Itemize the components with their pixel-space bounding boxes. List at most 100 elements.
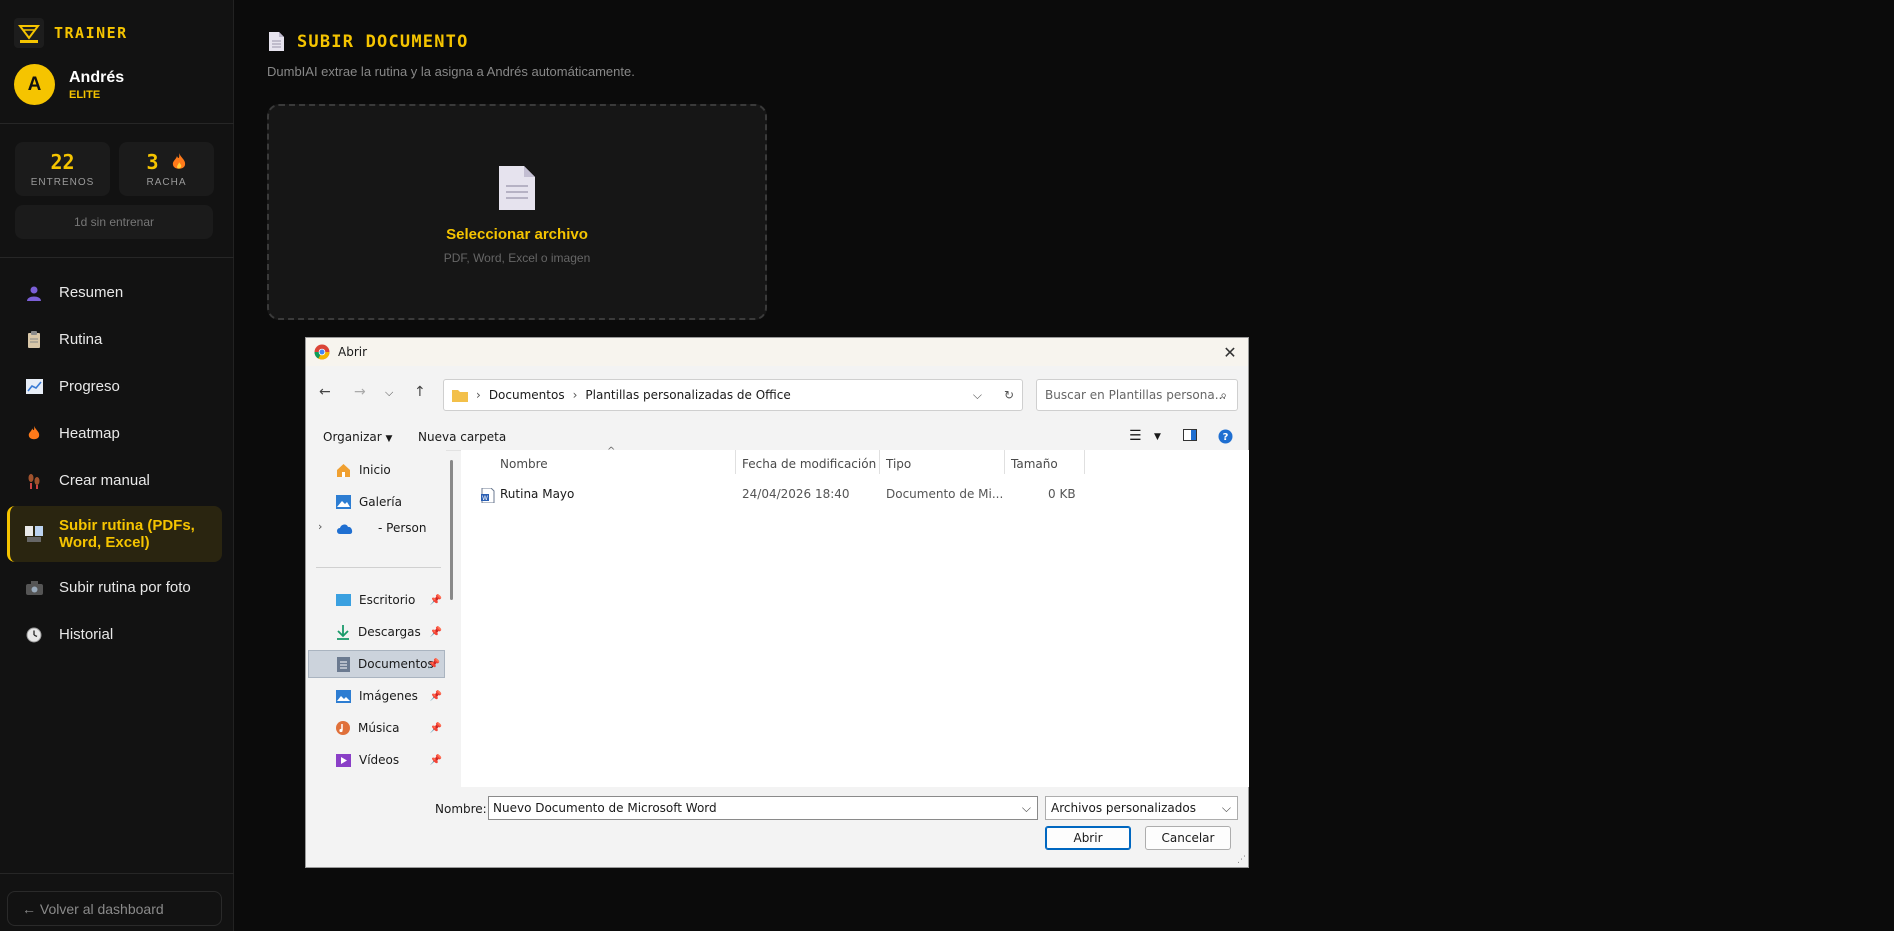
clipboard-icon	[25, 331, 43, 349]
column-header-date[interactable]: Fecha de modificación	[742, 457, 876, 471]
back-arrow-icon[interactable]: ←	[319, 384, 331, 400]
tree-item-videos[interactable]: Vídeos 📌	[336, 746, 446, 774]
dialog-command-bar: Organizar ▼ Nueva carpeta ☰ ▼ ?	[306, 423, 1248, 451]
page-subtitle: DumbIAI extrae la rutina y la asigna a A…	[267, 64, 635, 79]
sidebar-item-heatmap[interactable]: Heatmap	[7, 410, 222, 457]
table-row[interactable]: W Rutina Mayo 24/04/2026 18:40 Documento…	[461, 484, 1249, 506]
tree-item-inicio[interactable]: Inicio	[336, 456, 446, 484]
tree-item-label: Música	[358, 721, 400, 735]
clock-icon	[25, 626, 43, 644]
tree-item-label: Vídeos	[359, 753, 400, 767]
stat-streak-value: 3	[119, 150, 214, 174]
camera-icon	[25, 579, 43, 597]
column-header-type[interactable]: Tipo	[886, 457, 911, 471]
caret-down-icon[interactable]: ▼	[1154, 432, 1161, 442]
divider	[316, 567, 441, 568]
chevron-down-icon[interactable]: ⌵	[1022, 797, 1031, 819]
documents-icon	[337, 656, 350, 672]
new-folder-button[interactable]: Nueva carpeta	[418, 430, 506, 444]
column-header-size[interactable]: Tamaño	[1011, 457, 1058, 471]
tree-item-musica[interactable]: Música 📌	[336, 714, 446, 742]
tree-item-descargas[interactable]: Descargas 📌	[336, 618, 446, 646]
resize-grip-icon[interactable]: ⋰	[1237, 855, 1246, 865]
column-header-name[interactable]: Nombre	[500, 457, 548, 471]
footprints-icon	[25, 472, 43, 490]
user-name: Andrés	[69, 68, 125, 86]
svg-text:W: W	[482, 495, 488, 502]
tree-item-galeria[interactable]: Galería	[336, 488, 446, 516]
search-icon[interactable]: ⌕	[1220, 388, 1227, 403]
recent-locations-icon[interactable]: ⌵	[385, 386, 393, 400]
filename-input[interactable]: Nuevo Documento de Microsoft Word ⌵	[488, 796, 1038, 820]
stat-streak: 3 RACHA	[119, 142, 214, 196]
sidebar-item-historial[interactable]: Historial	[7, 611, 222, 658]
breadcrumb-plantillas[interactable]: Plantillas personalizadas de Office	[585, 388, 790, 402]
chevron-down-icon[interactable]: ⌵	[973, 388, 982, 403]
sidebar-item-rutina[interactable]: Rutina	[7, 316, 222, 363]
sort-caret-icon: ^	[607, 446, 616, 457]
tree-item-escritorio[interactable]: Escritorio 📌	[336, 586, 446, 614]
sidebar-item-label: Subir rutina por foto	[59, 579, 191, 596]
filename-label: Nombre:	[435, 802, 487, 816]
sidebar-nav: Resumen Rutina Progreso Heatmap Crear ma…	[7, 269, 222, 658]
tree-item-label: Imágenes	[359, 689, 418, 703]
stat-workouts: 22 ENTRENOS	[15, 142, 110, 196]
pin-icon: 📌	[429, 594, 442, 606]
file-dropzone[interactable]: Seleccionar archivo PDF, Word, Excel o i…	[267, 104, 767, 320]
pictures-icon	[336, 689, 351, 703]
accepted-formats-label: PDF, Word, Excel o imagen	[443, 251, 591, 265]
chrome-icon	[314, 344, 330, 360]
sidebar-item-label: Subir rutina (PDFs, Word, Excel)	[59, 517, 195, 551]
sidebar-item-crear-manual[interactable]: Crear manual	[7, 457, 222, 504]
organize-button[interactable]: Organizar ▼	[323, 430, 392, 444]
help-icon[interactable]: ?	[1218, 429, 1233, 447]
user-profile: A Andrés ELITE	[14, 64, 124, 105]
column-divider	[879, 450, 880, 474]
page-title: SUBIR DOCUMENTO	[268, 31, 469, 52]
idle-status: 1d sin entrenar	[15, 205, 213, 239]
brand[interactable]: TRAINER	[14, 18, 128, 48]
sidebar-item-resumen[interactable]: Resumen	[7, 269, 222, 316]
open-button[interactable]: Abrir	[1045, 826, 1131, 850]
fire-icon	[172, 153, 185, 169]
document-icon	[497, 164, 537, 212]
preview-pane-icon[interactable]	[1183, 429, 1197, 444]
refresh-icon[interactable]: ↻	[1004, 388, 1014, 403]
cancel-button[interactable]: Cancelar	[1145, 826, 1231, 850]
tree-item-onedrive[interactable]: - Person	[336, 514, 446, 542]
sidebar-item-progreso[interactable]: Progreso	[7, 363, 222, 410]
close-icon[interactable]: ✕	[1220, 342, 1240, 362]
nav-pane-scrollbar[interactable]	[450, 460, 453, 600]
dialog-title: Abrir	[338, 345, 368, 359]
view-list-icon[interactable]: ☰	[1129, 428, 1142, 444]
divider	[0, 257, 234, 258]
forward-arrow-icon[interactable]: →	[354, 384, 366, 400]
sidebar-item-label: Heatmap	[59, 425, 120, 442]
upload-doc-icon	[25, 525, 43, 543]
select-file-label[interactable]: Seleccionar archivo	[269, 226, 765, 243]
tree-item-documentos[interactable]: Documentos 📌	[308, 650, 445, 678]
back-to-dashboard-button[interactable]: ← Volver al dashboard	[7, 891, 222, 926]
caret-down-icon: ▼	[385, 434, 393, 444]
up-arrow-icon[interactable]: ↑	[414, 384, 426, 400]
tree-item-label: Documentos	[358, 657, 434, 671]
tree-item-imagenes[interactable]: Imágenes 📌	[336, 682, 446, 710]
pin-icon: 📌	[429, 754, 442, 766]
open-file-dialog: Abrir ✕ ← → ⌵ ↑ › Documentos › Plantilla…	[305, 337, 1249, 868]
search-input[interactable]: Buscar en Plantillas persona... ⌕	[1036, 379, 1238, 411]
stat-workouts-label: ENTRENOS	[30, 177, 95, 188]
sidebar-item-subir-rutina[interactable]: Subir rutina (PDFs, Word, Excel)	[7, 506, 222, 562]
tree-item-label: Escritorio	[359, 593, 416, 607]
breadcrumb-documentos[interactable]: Documentos	[489, 388, 565, 402]
user-icon	[25, 284, 43, 302]
expand-chevron-icon[interactable]: ›	[318, 520, 322, 533]
breadcrumb-separator-icon: ›	[572, 388, 578, 402]
fire-icon	[25, 425, 43, 443]
address-bar[interactable]: › Documentos › Plantillas personalizadas…	[443, 379, 1023, 411]
sidebar-item-label: Resumen	[59, 284, 124, 301]
pin-icon: 📌	[427, 658, 440, 670]
avatar: A	[14, 64, 55, 105]
file-type-select[interactable]: Archivos personalizados ⌵	[1045, 796, 1238, 820]
download-icon	[337, 624, 349, 640]
sidebar-item-subir-foto[interactable]: Subir rutina por foto	[7, 564, 222, 611]
